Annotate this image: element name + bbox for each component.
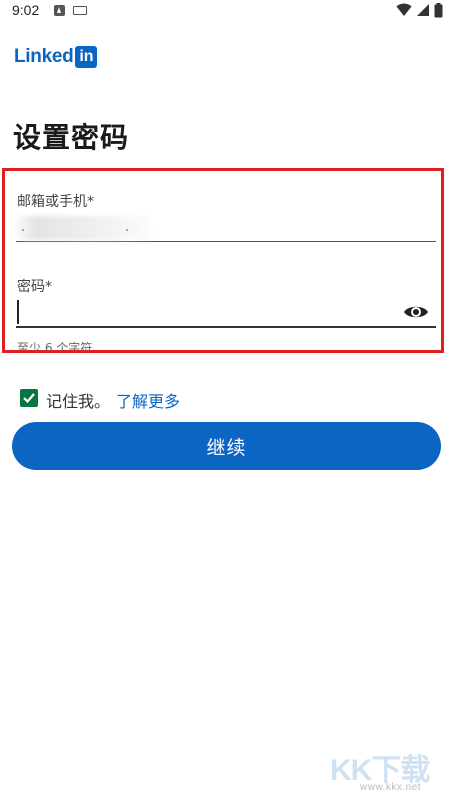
signal-icon [417,4,429,16]
battery-icon [434,3,443,18]
logo-wordmark: Linked [14,46,74,67]
watermark: KK下载 www.kkx.net [330,745,445,795]
continue-button[interactable]: 继续 [12,422,441,470]
status-time: 9:02 [12,2,40,18]
password-field[interactable] [16,298,436,328]
wifi-icon [396,3,412,16]
page-title: 设置密码 [13,121,130,154]
password-helper-text: 至少 6 个字符 [17,341,93,351]
remember-me-label: 记住我。 [46,392,111,411]
password-label: 密码* [17,279,52,295]
watermark-url: www.kkx.net [360,782,422,793]
remember-me-checkbox[interactable] [20,389,38,407]
logo-badge: in [75,46,98,68]
notification-icon [54,5,65,16]
show-password-eye-icon[interactable] [403,303,429,321]
linkedin-logo: Linked in [14,45,98,69]
status-bar: 9:02 [0,0,450,24]
checkmark-icon [23,393,35,404]
redacted-email-blur [16,216,151,240]
email-label: 邮箱或手机* [17,194,94,210]
text-caret [17,300,19,324]
learn-more-link[interactable]: 了解更多 [116,388,180,412]
redacted-dot [126,229,128,231]
keyboard-icon [73,6,87,15]
redacted-dot [22,229,24,231]
